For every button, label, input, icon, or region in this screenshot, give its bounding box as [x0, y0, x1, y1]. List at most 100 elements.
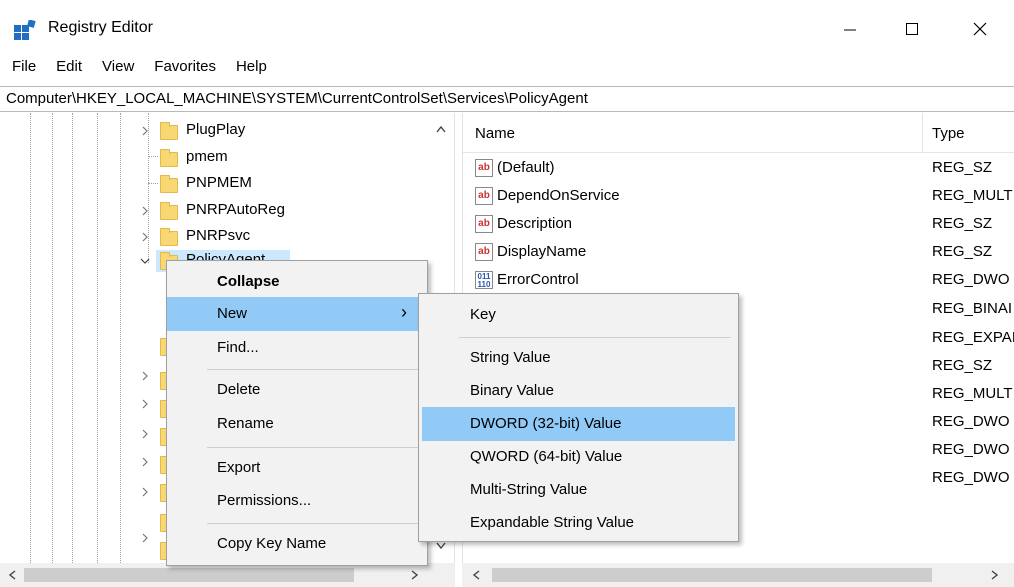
- string-value-icon: ab: [475, 159, 493, 177]
- string-value-icon: ab: [475, 243, 493, 261]
- string-value-icon: ab: [475, 215, 493, 233]
- scroll-thumb[interactable]: [492, 568, 932, 582]
- folder-icon: [160, 175, 178, 193]
- tree-item-pnrpsvc[interactable]: PNRPsvc: [0, 224, 420, 250]
- value-type: REG_DWO: [932, 469, 1010, 486]
- chevron-right-icon[interactable]: [138, 485, 152, 499]
- scroll-up-icon[interactable]: [434, 123, 448, 135]
- menu-item-export[interactable]: Export: [167, 451, 427, 485]
- submenu-item-key[interactable]: Key: [419, 298, 738, 332]
- menu-item-label: Copy Key Name: [217, 535, 327, 552]
- chevron-right-icon[interactable]: [138, 204, 152, 218]
- submenu-item-dword-value[interactable]: DWORD (32-bit) Value: [422, 407, 735, 441]
- value-name: Description: [497, 215, 573, 232]
- list-row[interactable]: ab (Default) REG_SZ: [463, 155, 1014, 183]
- list-row[interactable]: 011 110 ErrorControl REG_DWO: [463, 267, 1014, 295]
- menu-item-label: Export: [217, 459, 261, 476]
- value-name: (Default): [497, 159, 555, 176]
- scroll-right-icon[interactable]: [988, 568, 1000, 582]
- menu-item-collapse[interactable]: Collapse: [167, 265, 427, 299]
- menu-separator: [207, 523, 421, 524]
- column-divider[interactable]: [922, 113, 923, 153]
- registry-editor-icon: [14, 20, 36, 40]
- menu-item-label: Binary Value: [470, 382, 554, 399]
- menu-item-label: Delete: [217, 381, 261, 398]
- tree-item-label: pmem: [186, 148, 228, 165]
- tree-item-pnrpautoreg[interactable]: PNRPAutoReg: [0, 198, 420, 224]
- column-header-type[interactable]: Type: [932, 125, 965, 142]
- chevron-down-icon[interactable]: [138, 254, 152, 268]
- chevron-right-icon[interactable]: [138, 455, 152, 469]
- menu-item-label: Expandable String Value: [470, 514, 635, 531]
- chevron-right-icon[interactable]: [138, 369, 152, 383]
- menu-view[interactable]: View: [91, 56, 143, 80]
- submenu-item-binary-value[interactable]: Binary Value: [419, 374, 738, 408]
- folder-icon: [160, 122, 178, 140]
- column-header-name[interactable]: Name: [475, 125, 515, 142]
- menu-help[interactable]: Help: [225, 56, 276, 80]
- menu-favorites[interactable]: Favorites: [143, 56, 225, 80]
- chevron-right-icon[interactable]: [138, 397, 152, 411]
- menu-separator: [207, 447, 421, 448]
- tree-item-plugplay[interactable]: PlugPlay: [0, 118, 420, 144]
- menu-separator: [207, 369, 421, 370]
- list-row[interactable]: ab DependOnService REG_MULT: [463, 183, 1014, 211]
- minimize-button[interactable]: [828, 10, 872, 48]
- list-horizontal-scrollbar[interactable]: [462, 563, 1014, 587]
- list-row[interactable]: ab Description REG_SZ: [463, 211, 1014, 239]
- scroll-left-icon[interactable]: [6, 568, 18, 582]
- menu-item-find[interactable]: Find...: [167, 331, 427, 365]
- menu-item-copy-key-name[interactable]: Copy Key Name: [167, 527, 427, 561]
- tree-horizontal-scrollbar[interactable]: [0, 563, 455, 587]
- close-icon: [973, 22, 987, 36]
- submenu-item-qword-value[interactable]: QWORD (64-bit) Value: [419, 440, 738, 474]
- list-row[interactable]: ab DisplayName REG_SZ: [463, 239, 1014, 267]
- tree-item-label: PNRPsvc: [186, 227, 251, 244]
- folder-icon: [160, 149, 178, 167]
- chevron-right-icon[interactable]: [138, 427, 152, 441]
- menu-item-permissions[interactable]: Permissions...: [167, 484, 427, 518]
- menu-item-label: Collapse: [217, 273, 280, 290]
- address-path[interactable]: Computer\HKEY_LOCAL_MACHINE\SYSTEM\Curre…: [6, 90, 588, 107]
- menu-item-delete[interactable]: Delete: [167, 373, 427, 407]
- tree-item-label: PNRPAutoReg: [186, 201, 285, 218]
- folder-icon: [160, 202, 178, 220]
- menu-item-label: Multi-String Value: [470, 481, 588, 498]
- submenu-item-expandable-string-value[interactable]: Expandable String Value: [419, 506, 738, 540]
- scroll-thumb[interactable]: [24, 568, 354, 582]
- value-type: REG_SZ: [932, 243, 993, 260]
- menu-item-new[interactable]: New ›: [167, 297, 427, 331]
- menu-item-label: Find...: [217, 339, 259, 356]
- close-button[interactable]: [958, 10, 1002, 48]
- menu-separator: [459, 337, 731, 338]
- value-name: DisplayName: [497, 243, 587, 260]
- value-type: REG_SZ: [932, 159, 993, 176]
- value-type: REG_SZ: [932, 215, 993, 232]
- scroll-left-icon[interactable]: [470, 568, 482, 582]
- address-bar[interactable]: Computer\HKEY_LOCAL_MACHINE\SYSTEM\Curre…: [0, 86, 1014, 112]
- value-type: REG_BINAI: [932, 300, 1013, 317]
- title-bar: Registry Editor: [0, 0, 1014, 56]
- menu-edit[interactable]: Edit: [45, 56, 91, 80]
- chevron-right-icon: ›: [401, 302, 407, 322]
- menu-item-rename[interactable]: Rename: [167, 407, 427, 441]
- tree-item-pmem[interactable]: pmem: [0, 145, 420, 171]
- folder-icon: [160, 228, 178, 246]
- tree-item-pnpmem[interactable]: PNPMEM: [0, 171, 420, 197]
- menu-item-label: QWORD (64-bit) Value: [470, 448, 623, 465]
- chevron-right-icon[interactable]: [138, 124, 152, 138]
- tree-item-label: PlugPlay: [186, 121, 246, 138]
- menu-file[interactable]: File: [0, 56, 45, 80]
- chevron-right-icon[interactable]: [138, 230, 152, 244]
- value-name: DependOnService: [497, 187, 620, 204]
- string-value-icon: ab: [475, 187, 493, 205]
- list-header: Name Type: [463, 113, 1014, 153]
- menu-item-label: Key: [470, 306, 496, 323]
- menu-item-label: Rename: [217, 415, 274, 432]
- scroll-right-icon[interactable]: [408, 568, 420, 582]
- submenu-item-string-value[interactable]: String Value: [419, 341, 738, 375]
- binary-value-icon: 011 110: [475, 271, 493, 289]
- maximize-button[interactable]: [890, 10, 934, 48]
- chevron-right-icon[interactable]: [138, 531, 152, 545]
- submenu-item-multi-string-value[interactable]: Multi-String Value: [419, 473, 738, 507]
